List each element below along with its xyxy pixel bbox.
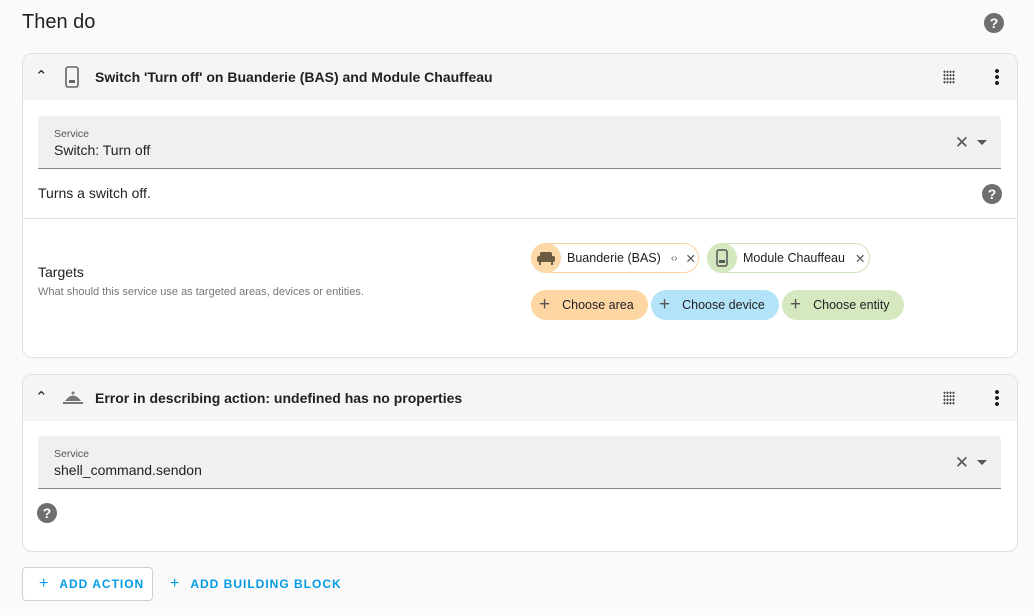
service-description: Turns a switch off. <box>38 185 151 201</box>
more-options-icon[interactable] <box>995 68 999 86</box>
service-select[interactable]: Service Switch: Turn off ✕ <box>38 116 1001 169</box>
service-label: Service <box>54 448 90 460</box>
button-label: ADD ACTION <box>59 577 145 591</box>
plus-icon: + <box>39 575 50 592</box>
device-chip[interactable]: Module Chauffeau ✕ <box>707 243 870 273</box>
plus-icon: + <box>170 575 181 592</box>
button-label: ADD BUILDING BLOCK <box>190 577 342 591</box>
choose-entity-button[interactable]: + Choose entity <box>782 290 904 320</box>
remove-icon[interactable]: ✕ <box>855 251 865 266</box>
service-label: Service <box>54 128 90 140</box>
service-value: shell_command.sendon <box>54 462 202 478</box>
action-card-2: ⌃ Error in describing action: undefined … <box>22 374 1018 552</box>
button-label: Choose device <box>682 298 765 312</box>
clear-icon[interactable]: ✕ <box>955 133 969 153</box>
button-label: Choose area <box>562 298 634 312</box>
more-options-icon[interactable] <box>995 389 999 407</box>
sofa-icon <box>531 243 561 273</box>
chevron-up-icon[interactable]: ⌃ <box>35 67 48 85</box>
chip-label: Buanderie (BAS) <box>567 251 661 265</box>
service-bell-icon <box>63 391 83 404</box>
add-building-block-button[interactable]: + ADD BUILDING BLOCK <box>170 567 342 601</box>
choose-device-button[interactable]: + Choose device <box>651 290 779 320</box>
plus-icon: + <box>790 294 802 315</box>
help-icon[interactable]: ? <box>982 184 1002 204</box>
action-title: Switch 'Turn off' on Buanderie (BAS) and… <box>95 69 493 85</box>
button-label: Choose entity <box>813 298 890 312</box>
plus-icon: + <box>659 294 671 315</box>
choose-area-button[interactable]: + Choose area <box>531 290 648 320</box>
chip-label: Module Chauffeau <box>743 251 845 265</box>
remove-icon[interactable]: ✕ <box>685 251 695 266</box>
service-value: Switch: Turn off <box>54 142 151 158</box>
help-icon[interactable]: ? <box>984 13 1004 33</box>
dropdown-arrow-icon[interactable] <box>977 460 987 465</box>
chevron-up-icon[interactable]: ⌃ <box>35 388 48 406</box>
action-header[interactable]: ⌃ Error in describing action: undefined … <box>23 375 1017 421</box>
targets-description: What should this service use as targeted… <box>38 286 364 298</box>
expand-icon[interactable]: ‹› <box>671 253 678 264</box>
page-title: Then do <box>22 11 96 33</box>
plus-icon: + <box>539 294 551 315</box>
clear-icon[interactable]: ✕ <box>955 453 969 473</box>
targets-title: Targets <box>38 264 84 280</box>
action-header[interactable]: ⌃ Switch 'Turn off' on Buanderie (BAS) a… <box>23 54 1017 100</box>
area-chip[interactable]: Buanderie (BAS) ‹› ✕ <box>531 243 699 273</box>
service-select[interactable]: Service shell_command.sendon ✕ <box>38 436 1001 489</box>
help-icon[interactable]: ? <box>37 503 57 523</box>
device-icon <box>65 66 79 88</box>
divider <box>23 218 1017 219</box>
action-card-1: ⌃ Switch 'Turn off' on Buanderie (BAS) a… <box>22 53 1018 358</box>
action-title: Error in describing action: undefined ha… <box>95 390 463 406</box>
device-icon <box>707 243 737 273</box>
add-action-button[interactable]: + ADD ACTION <box>22 567 153 601</box>
drag-handle-icon[interactable] <box>943 70 955 84</box>
drag-handle-icon[interactable] <box>943 391 955 405</box>
dropdown-arrow-icon[interactable] <box>977 140 987 145</box>
